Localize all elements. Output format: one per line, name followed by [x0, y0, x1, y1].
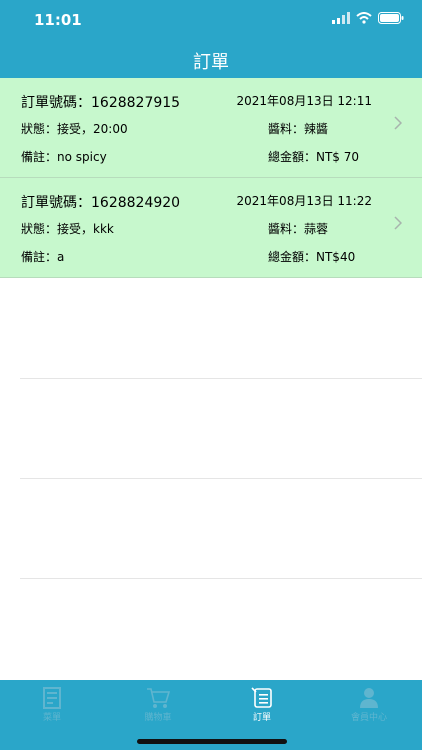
order-status: 狀態：接受，20:00 [21, 122, 128, 136]
status-bar: 11:01 [0, 0, 422, 40]
order-sauce: 醬料：蒜蓉 [268, 222, 329, 236]
tab-orders-label: 訂單 [252, 713, 271, 723]
cart-icon [147, 688, 170, 708]
tab-member[interactable]: 會員中心 [329, 686, 409, 723]
tab-menu[interactable]: 菜單 [12, 686, 92, 723]
status-icons [332, 12, 404, 24]
tab-member-label: 會員中心 [350, 713, 387, 723]
order-date: 2021年08月13日 11:22 [236, 194, 372, 208]
status-time: 11:01 [34, 11, 82, 29]
order-sauce: 醬料：辣醬 [268, 122, 329, 136]
tab-orders[interactable]: 訂單 [222, 686, 302, 723]
chevron-right-icon [394, 116, 402, 130]
tab-cart[interactable]: 購物車 [118, 686, 198, 723]
menu-document-icon [43, 687, 61, 709]
order-note: 備註：a [21, 250, 65, 264]
home-indicator [137, 739, 287, 744]
empty-row-divider [20, 378, 422, 379]
order-note: 備註：no spicy [21, 150, 107, 164]
wifi-icon [356, 12, 372, 24]
order-status: 狀態：接受，kkk [21, 222, 114, 236]
order-item[interactable]: 訂單號碼：1628827915 2021年08月13日 12:11 狀態：接受，… [0, 78, 422, 178]
order-number: 訂單號碼：1628827915 [21, 95, 181, 111]
order-list-icon [251, 687, 272, 708]
empty-row-divider [20, 578, 422, 579]
member-icon [360, 688, 378, 708]
empty-row-divider [20, 478, 422, 479]
order-list: 訂單號碼：1628827915 2021年08月13日 12:11 狀態：接受，… [0, 78, 422, 278]
chevron-right-icon [394, 216, 402, 230]
signal-icon [332, 12, 350, 24]
order-total: 總金額：NT$40 [268, 250, 356, 264]
battery-icon [378, 12, 404, 24]
tab-menu-label: 菜單 [42, 713, 61, 723]
order-number: 訂單號碼：1628824920 [21, 195, 181, 211]
order-total: 總金額：NT$ 70 [268, 150, 360, 164]
order-item[interactable]: 訂單號碼：1628824920 2021年08月13日 11:22 狀態：接受，… [0, 178, 422, 278]
nav-bar: 訂單 [0, 40, 422, 78]
page-title: 訂單 [193, 52, 229, 73]
tab-cart-label: 購物車 [144, 713, 172, 723]
order-date: 2021年08月13日 12:11 [236, 94, 372, 108]
